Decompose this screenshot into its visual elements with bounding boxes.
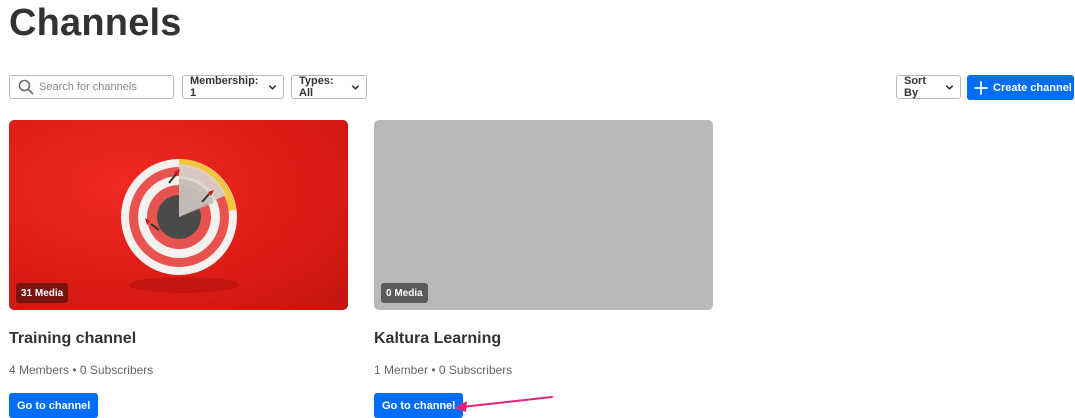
- members-count: 1 Member: [374, 363, 429, 377]
- channel-thumbnail[interactable]: 0 Media: [374, 120, 713, 310]
- channel-title[interactable]: Kaltura Learning: [374, 330, 501, 348]
- go-to-channel-button[interactable]: Go to channel: [374, 393, 464, 418]
- types-filter-button[interactable]: Types: All: [291, 75, 367, 99]
- channel-stats: 1 Member • 0 Subscribers: [374, 363, 512, 377]
- search-input[interactable]: [39, 81, 159, 93]
- channel-thumbnail[interactable]: 31 Media: [9, 120, 348, 310]
- chevron-down-icon: [268, 84, 277, 90]
- subscribers-count: 0 Subscribers: [79, 363, 154, 377]
- go-to-channel-button[interactable]: Go to channel: [9, 393, 99, 418]
- channel-stats: 4 Members • 0 Subscribers: [9, 363, 153, 377]
- page-title: Channels: [9, 2, 182, 44]
- membership-filter-label: Membership: 1: [190, 75, 259, 99]
- channels-page: Channels Membership: 1 Types: All Sort B…: [0, 0, 1075, 418]
- chevron-down-icon: [351, 84, 360, 90]
- subscribers-count: 0 Subscribers: [438, 363, 513, 377]
- members-count: 4 Members: [9, 363, 70, 377]
- sort-by-label: Sort By: [904, 75, 926, 99]
- plus-icon: [974, 80, 988, 95]
- create-channel-button[interactable]: Create channel: [967, 75, 1074, 100]
- channel-title[interactable]: Training channel: [9, 330, 136, 348]
- sort-by-button[interactable]: Sort By: [896, 75, 961, 99]
- chevron-down-icon: [945, 84, 954, 90]
- membership-filter-button[interactable]: Membership: 1: [182, 75, 284, 99]
- types-filter-label: Types: All: [299, 75, 334, 99]
- media-count-badge: 31 Media: [16, 283, 69, 303]
- search-box[interactable]: [9, 75, 174, 99]
- target-dartboard-illustration: [121, 159, 239, 293]
- separator-dot: •: [72, 363, 80, 377]
- create-channel-label: Create channel: [993, 81, 1072, 94]
- media-count-badge: 0 Media: [381, 283, 428, 303]
- separator-dot: •: [431, 363, 439, 377]
- search-icon: [18, 79, 34, 95]
